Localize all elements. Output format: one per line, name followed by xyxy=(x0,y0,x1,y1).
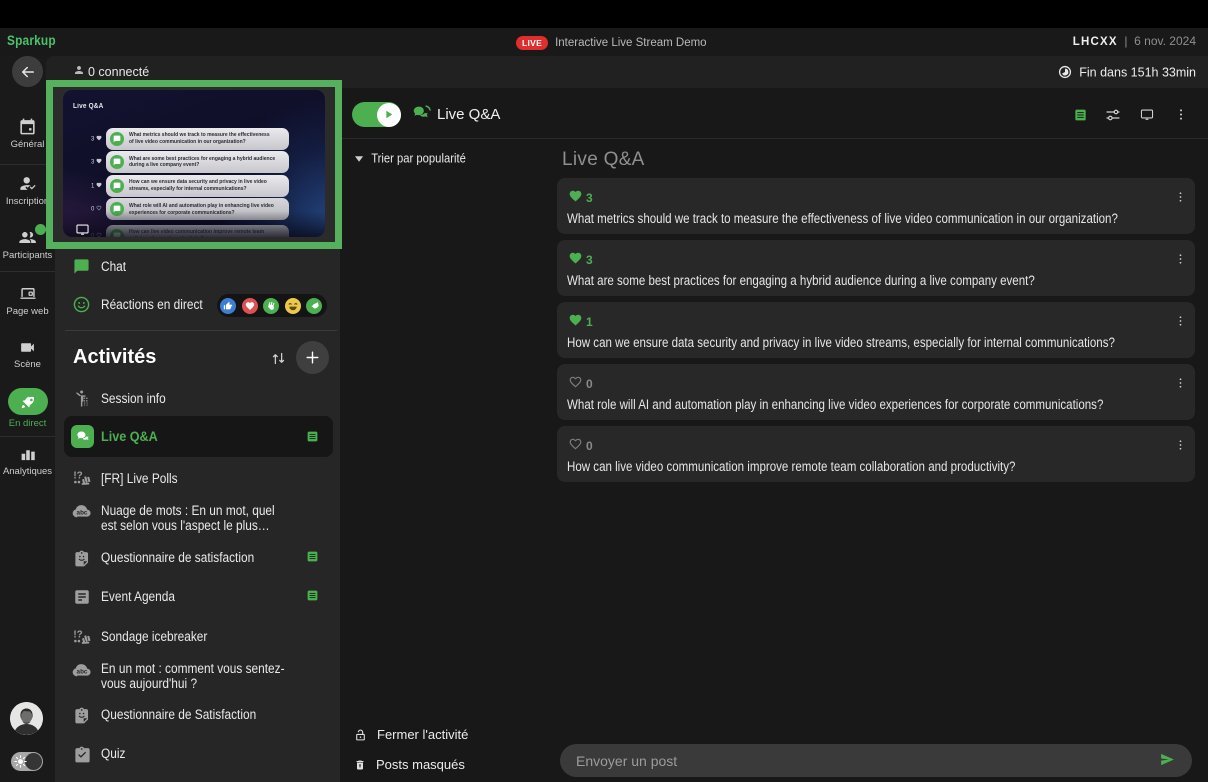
svg-text:!?: !? xyxy=(73,630,82,641)
svg-text:!?: !? xyxy=(73,471,82,482)
svg-text:abc: abc xyxy=(77,668,88,675)
svg-text:abc: abc xyxy=(77,509,88,516)
